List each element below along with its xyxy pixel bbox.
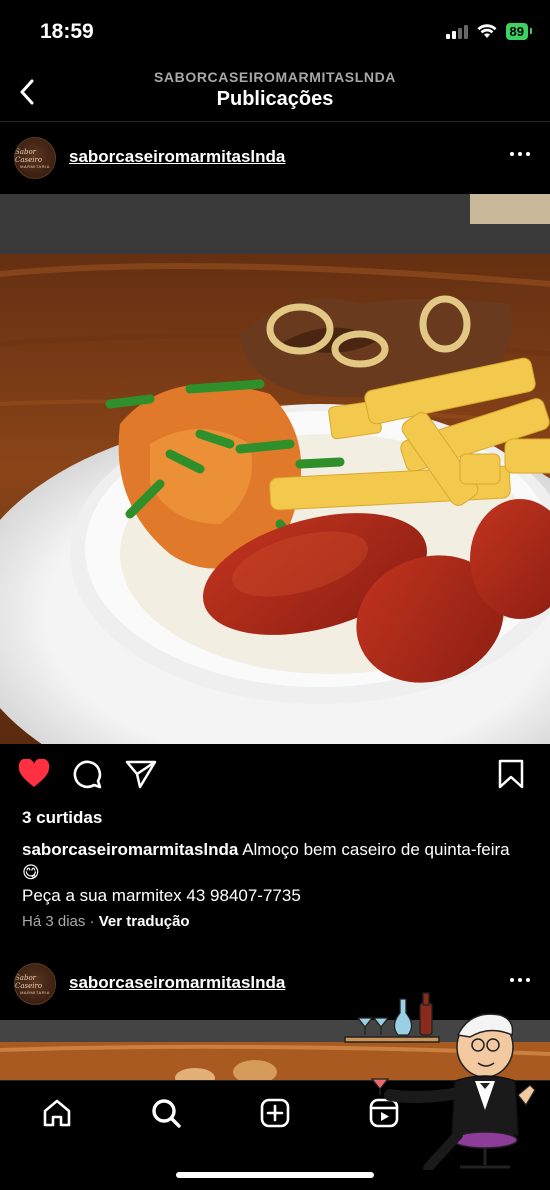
post-time: Há 3 dias	[22, 913, 86, 930]
food-photo	[0, 194, 550, 744]
signal-icon	[445, 24, 468, 39]
heart-icon	[18, 758, 50, 787]
comment-icon	[73, 760, 102, 789]
status-time: 18:59	[40, 20, 94, 43]
post-meta: Há 3 dias · Ver tradução	[22, 913, 190, 930]
plus-square-icon	[260, 1098, 290, 1128]
avatar[interactable]: Sabor Caseiro MARMITARIA	[14, 963, 56, 1005]
avatar-logo-text: Sabor Caseiro	[15, 973, 43, 990]
waiter-illustration	[340, 985, 550, 1173]
battery-icon: 89	[505, 23, 533, 40]
caption-username[interactable]: saborcaseiromarmitaslnda	[22, 840, 238, 859]
post-header: Sabor Caseiro MARMITARIA saborcaseiromar…	[0, 122, 550, 194]
avatar-logo-subtext: MARMITARIA	[20, 989, 50, 995]
translate-link[interactable]: Ver tradução	[99, 913, 190, 930]
more-horizontal-icon[interactable]	[510, 978, 530, 982]
avatar[interactable]: Sabor Caseiro MARMITARIA	[14, 137, 56, 179]
page-title: Publicações	[216, 88, 334, 110]
more-horizontal-icon[interactable]	[510, 152, 530, 156]
bookmark-icon	[498, 759, 524, 789]
post-image[interactable]	[0, 194, 550, 744]
home-icon	[43, 1099, 71, 1127]
home-indicator	[176, 1172, 374, 1178]
send-icon	[125, 760, 157, 789]
save-button[interactable]	[498, 759, 524, 794]
status-icons: 89	[445, 23, 533, 40]
like-button[interactable]	[18, 758, 50, 794]
comment-button[interactable]	[72, 759, 102, 794]
post-username[interactable]: saborcaseiromarmitaslnda	[69, 147, 285, 167]
avatar-logo-text: Sabor Caseiro	[15, 147, 43, 164]
caption-line-2: Peça a sua marmitex 43 98407-7735	[22, 886, 301, 905]
share-button[interactable]	[125, 759, 157, 794]
meta-separator: ·	[89, 913, 95, 930]
search-icon	[152, 1099, 181, 1128]
nav-search[interactable]	[148, 1095, 184, 1131]
post-caption: saborcaseiromarmitaslnda Almoço bem case…	[22, 838, 532, 907]
likes-count[interactable]: 3 curtidas	[22, 808, 102, 828]
avatar-logo-subtext: MARMITARIA	[20, 163, 50, 169]
header-subtitle: SABORCASEIROMARMITASLNDA	[153, 69, 397, 85]
wifi-icon	[477, 24, 497, 38]
post-username[interactable]: saborcaseiromarmitaslnda	[69, 973, 285, 993]
nav-create[interactable]	[257, 1095, 293, 1131]
top-header: SABORCASEIROMARMITASLNDA Publicações	[0, 62, 550, 122]
nav-home[interactable]	[39, 1095, 75, 1131]
status-bar: 18:59 89	[0, 0, 550, 62]
post-actions	[0, 744, 550, 808]
